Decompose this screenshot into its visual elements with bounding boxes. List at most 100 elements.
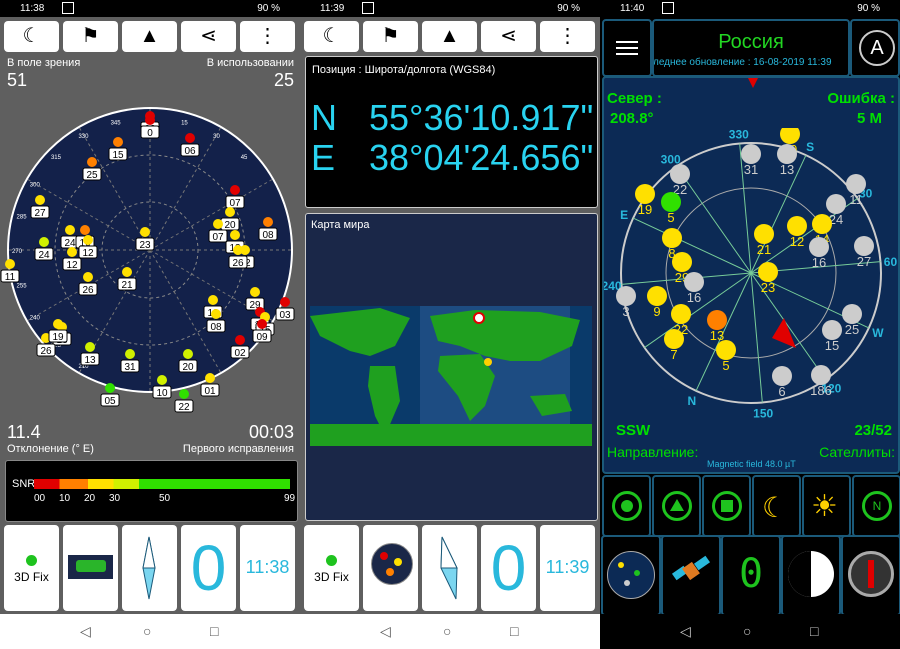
satellite-marker [846,174,866,194]
satellite-label: 7 [670,347,677,362]
menu-button[interactable]: ⋮ [540,21,595,52]
snr-tick-label: 10 [59,493,71,504]
compass-mark: 150 [753,406,773,418]
fix-status-label: 3D Fix [14,570,49,584]
clock-tile-2[interactable]: 11:39 [540,525,595,611]
back-icon[interactable]: ◁ [380,623,391,640]
battery-level: 90 % [857,3,880,14]
north-compass-button[interactable]: N [852,475,900,537]
satellite-marker [662,228,682,248]
satellite-label: 186 [810,383,832,398]
satellite-marker [671,304,691,324]
compass-mark: E [620,208,628,222]
person-icon-button[interactable]: ⚑ [363,21,418,52]
target-button[interactable] [602,475,651,537]
deviation-label: Отклонение (° E) [7,443,94,455]
square-target-button[interactable] [702,475,751,537]
satellite-label: 19 [638,202,652,217]
moon-button[interactable]: ☾ [752,475,801,537]
satellite-marker [83,235,93,245]
satellite-label: 19 [52,332,64,343]
share-button[interactable]: ⋖ [481,21,536,52]
satellite-button[interactable] [661,535,721,616]
satellite-label: 23 [761,280,775,295]
satellite-marker [772,366,792,386]
lat-value: 55°36'10.917" [369,97,594,138]
menu-button[interactable]: ⋮ [240,21,295,52]
speed-digital-button[interactable]: 0 [721,535,781,616]
satellite-marker [777,144,797,164]
satellite-marker [80,225,90,235]
direction-arrow-icon [772,318,796,348]
satellite-marker [145,115,155,125]
home-icon[interactable]: ○ [743,623,751,639]
share-button[interactable]: ⋖ [181,21,236,52]
satellite-marker [235,335,245,345]
compass-view: Север : 208.8° Ошибка : 5 M N S W E 30 60 120 1… [602,76,900,474]
compass-tile[interactable] [122,525,177,611]
satellite-label: 31 [124,362,136,373]
speed-tile-2[interactable]: 0 [481,525,536,611]
sky-tick-label: 30 [213,134,220,140]
compass-dial-icon [848,551,894,597]
night-mode-button[interactable]: ☾ [304,21,359,52]
satellite-marker [263,217,273,227]
satellite-label: 05 [104,396,116,407]
fix-indicator-icon [326,555,337,566]
person-icon-button[interactable]: ⚑ [63,21,118,52]
clock-tile[interactable]: 11:38 [240,525,295,611]
sky-tick-label: 270 [12,249,23,255]
status-time: 11:38 [20,3,45,14]
satellite-label: 02 [234,348,246,359]
recents-icon[interactable]: □ [210,623,218,639]
satellite-marker [811,365,831,385]
moon-phase-icon [788,551,834,597]
satellite-marker [741,144,761,164]
home-icon[interactable]: ○ [143,623,151,639]
home-icon[interactable]: ○ [443,623,451,639]
night-mode-button[interactable]: ☾ [4,21,59,52]
back-icon[interactable]: ◁ [680,623,691,640]
compass-mark: 60 [884,255,898,269]
recents-icon[interactable]: □ [510,623,518,639]
world-map-tile[interactable] [63,525,118,611]
speed-tile[interactable]: 0 [181,525,236,611]
sky-map-button[interactable] [601,535,661,616]
in-view-value: 51 [7,70,28,90]
seven-seg-value: 0 [738,551,764,597]
compass-tile-2[interactable] [422,525,477,611]
sun-button[interactable]: ☀ [802,475,851,537]
fix-status-tile[interactable]: 3D Fix [4,525,59,611]
satellite-marker [664,329,684,349]
satellite-label: 16 [687,290,701,305]
sky-mini-tile[interactable] [363,525,418,611]
world-map-box[interactable]: Карта мира [305,213,598,521]
satellite-label: 5 [722,358,729,373]
sun-icon: ☀ [811,490,838,523]
satellite-label: 07 [212,232,224,243]
moon-phase-button[interactable] [781,535,841,616]
satellite-marker [707,310,727,330]
sky-tick-label: 330 [78,134,89,140]
navigation-button[interactable]: ▲ [122,21,177,52]
satellite-marker [280,297,290,307]
recents-icon[interactable]: □ [810,623,818,639]
satellite-label: 01 [204,386,216,397]
status-time: 11:40 [620,3,645,14]
satellite-marker [230,185,240,195]
satellite-marker [257,319,267,329]
map-label: Карта мира [311,219,370,231]
sats-label: Сателлиты: [819,444,895,460]
logo-button[interactable]: A [850,19,900,77]
back-icon[interactable]: ◁ [80,623,91,640]
hamburger-menu-button[interactable] [602,19,652,77]
navigation-button[interactable]: ▲ [422,21,477,52]
triangle-target-button[interactable] [652,475,701,537]
satellite-marker [67,247,77,257]
satellite-marker [647,286,667,306]
mini-sky-icon [371,543,413,585]
compass-dial-button[interactable] [841,535,900,616]
satellite-label: 24 [38,250,50,261]
fix-status-tile-2[interactable]: 3D Fix [304,525,359,611]
status-time: 11:39 [320,3,345,14]
